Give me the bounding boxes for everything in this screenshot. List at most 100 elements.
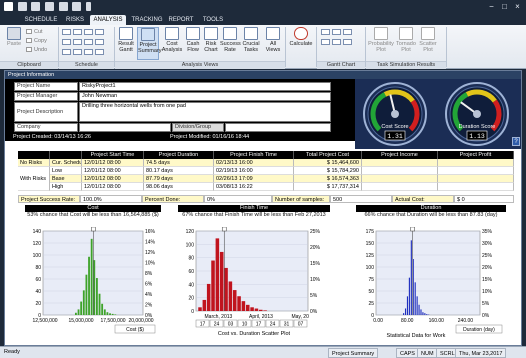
folder-icon[interactable] xyxy=(72,2,82,11)
gantt-tool-icon[interactable] xyxy=(332,39,341,45)
project-description-field[interactable]: Drilling three horizontal wells from one… xyxy=(79,102,331,122)
status-datetime: Thu, Mar 23,2017 xyxy=(455,348,507,358)
crucial-tasks-button[interactable]: Crucial Tasks xyxy=(241,27,261,53)
day-label: 17 xyxy=(200,322,206,328)
project-summary-button[interactable]: Project Summary xyxy=(137,27,162,60)
table-cell: $ 16,574,363 xyxy=(294,175,362,183)
tab-schedule[interactable]: SCHEDULE xyxy=(24,15,58,25)
y2-tick-label: 4% xyxy=(145,292,153,298)
risk-chart-label: Risk Chart xyxy=(204,41,218,53)
maximize-button[interactable]: □ xyxy=(499,2,510,11)
schedule-tool-icon[interactable] xyxy=(84,39,93,45)
probability-plot-button[interactable]: Probability Plot xyxy=(368,27,394,53)
y2-tick-label: 10% xyxy=(145,261,156,267)
cost-score-label: Cost Score xyxy=(381,124,408,130)
table-cell: 03/08/13 16:22 xyxy=(214,183,294,191)
duration-chart-panel: Duration 66% chance that Duration will b… xyxy=(356,205,506,339)
x-tick-label: 15,000,000 xyxy=(68,318,93,324)
cut-label: Cut xyxy=(34,29,43,35)
minimize-button[interactable]: − xyxy=(486,2,497,11)
gantt-tool-icon[interactable] xyxy=(321,29,330,35)
schedule-tool-icon[interactable] xyxy=(62,29,71,35)
gantt-tool-icon[interactable] xyxy=(332,29,341,35)
histogram-bar xyxy=(232,290,237,311)
schedule-tool-icon[interactable] xyxy=(84,49,93,55)
score-gauges: Cost Score 1.31 Duration Score 1.13 ? xyxy=(355,79,521,149)
tab-tools[interactable]: TOOLS xyxy=(200,15,226,25)
calculate-button[interactable]: Calculate xyxy=(287,27,315,47)
scatter-plot-button[interactable]: Scatter Plot xyxy=(418,27,438,53)
finish-time-chart-panel: Finish Time 67% chance that Finish Time … xyxy=(178,205,330,339)
table-cell xyxy=(362,167,438,175)
scatter-plot-link[interactable]: Cost vs. Duration Scatter Plot xyxy=(218,331,291,337)
help-button[interactable]: ? xyxy=(512,137,520,146)
y-tick-label: 25 xyxy=(368,301,374,307)
probability-marker-handle[interactable] xyxy=(221,227,227,232)
gantt-tool-icon[interactable] xyxy=(343,29,352,35)
table-header-finish: Project Finish Time xyxy=(214,151,294,159)
copy-button[interactable]: Copy xyxy=(26,37,47,45)
schedule-tool-icon[interactable] xyxy=(73,29,82,35)
tab-report[interactable]: REPORT xyxy=(166,15,196,25)
table-cell: 12/01/12 08:00 xyxy=(82,159,144,167)
schedule-tool-icon[interactable] xyxy=(73,39,82,45)
close-button[interactable]: × xyxy=(512,2,523,11)
cost-analysis-button[interactable]: Cost Analysis xyxy=(161,27,183,53)
tornado-plot-button[interactable]: Tornado Plot xyxy=(395,27,417,53)
table-header-income: Project Income xyxy=(362,151,438,159)
division-field[interactable] xyxy=(225,123,331,132)
cut-button[interactable]: Cut xyxy=(26,28,43,36)
probability-marker-handle[interactable] xyxy=(410,227,415,232)
project-name-field[interactable]: RiskyProject1 xyxy=(79,82,331,91)
percent-done-label: Percent Done: xyxy=(142,195,204,203)
cash-flow-button[interactable]: Cash Flow xyxy=(184,27,202,53)
project-manager-field[interactable]: John Newman xyxy=(79,92,331,101)
undo-button[interactable]: Undo xyxy=(26,46,47,54)
statistical-data-link[interactable]: Statistical Data for Work xyxy=(387,333,446,339)
tab-risks[interactable]: RISKS xyxy=(64,15,86,25)
cost-histogram: 14012010080604020016%14%12%10%8%6%4%2%0%… xyxy=(32,227,156,334)
schedule-tool-icon[interactable] xyxy=(84,29,93,35)
save-icon[interactable] xyxy=(17,2,27,11)
histogram-bar xyxy=(410,240,412,315)
schedule-tool-icon[interactable] xyxy=(73,49,82,55)
day-label: 07 xyxy=(298,322,304,328)
open-icon[interactable] xyxy=(58,2,68,11)
histogram-bar xyxy=(426,314,428,315)
probability-marker-handle[interactable] xyxy=(91,227,96,232)
y2-tick-label: 0% xyxy=(310,309,318,315)
day-label: 03 xyxy=(228,322,234,328)
paste-button[interactable]: Paste xyxy=(4,27,24,47)
redo-icon[interactable] xyxy=(45,2,55,11)
schedule-tool-icon[interactable] xyxy=(95,29,104,35)
dropdown-icon[interactable] xyxy=(86,2,92,11)
success-rate-button[interactable]: Success Rate xyxy=(220,27,241,53)
histogram-bar xyxy=(82,290,85,315)
histogram-bar xyxy=(416,296,418,315)
tab-tracking[interactable]: TRACKING xyxy=(130,15,164,25)
gantt-tool-icon[interactable] xyxy=(321,39,330,45)
table-cell: Base xyxy=(50,175,82,183)
schedule-tool-icon[interactable] xyxy=(62,49,71,55)
risk-chart-button[interactable]: Risk Chart xyxy=(203,27,219,53)
histogram-bar xyxy=(263,310,267,311)
gantt-tool-icon[interactable] xyxy=(343,39,352,45)
all-views-button[interactable]: All Views xyxy=(263,27,283,53)
undo-icon[interactable] xyxy=(31,2,41,11)
plot-area xyxy=(375,230,481,316)
histogram-bar xyxy=(198,307,202,311)
crucial-tasks-label: Crucial Tasks xyxy=(242,41,260,53)
actual-cost-label: Actual Cost: xyxy=(392,195,454,203)
schedule-tool-icon[interactable] xyxy=(95,49,104,55)
y-tick-label: 100 xyxy=(366,265,375,271)
schedule-tool-icon[interactable] xyxy=(95,39,104,45)
table-cell xyxy=(438,167,514,175)
histogram-bar xyxy=(245,304,250,311)
histogram-bar xyxy=(424,313,426,315)
result-gantt-button[interactable]: Result Gantt xyxy=(116,27,136,53)
y2-tick-label: 0% xyxy=(482,313,490,319)
company-field[interactable] xyxy=(79,123,171,132)
schedule-tool-icon[interactable] xyxy=(62,39,71,45)
table-cell: $ 15,464,600 xyxy=(294,159,362,167)
tab-analysis[interactable]: ANALYSIS xyxy=(90,15,126,25)
